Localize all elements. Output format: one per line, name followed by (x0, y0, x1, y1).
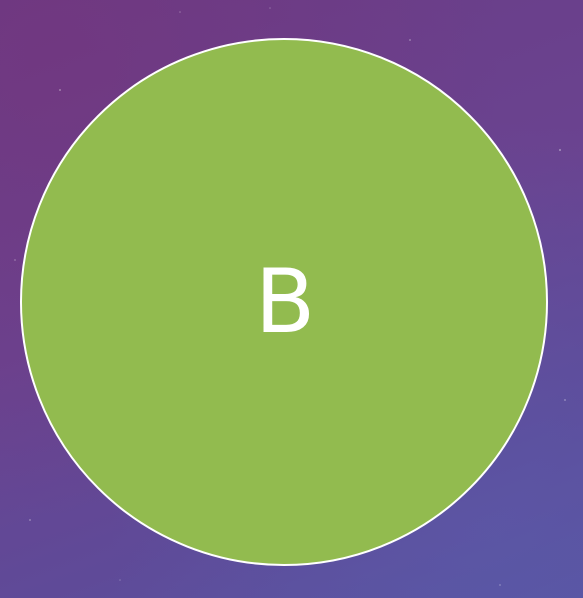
green-circle: B (20, 38, 548, 566)
circle-letter: B (254, 250, 316, 353)
